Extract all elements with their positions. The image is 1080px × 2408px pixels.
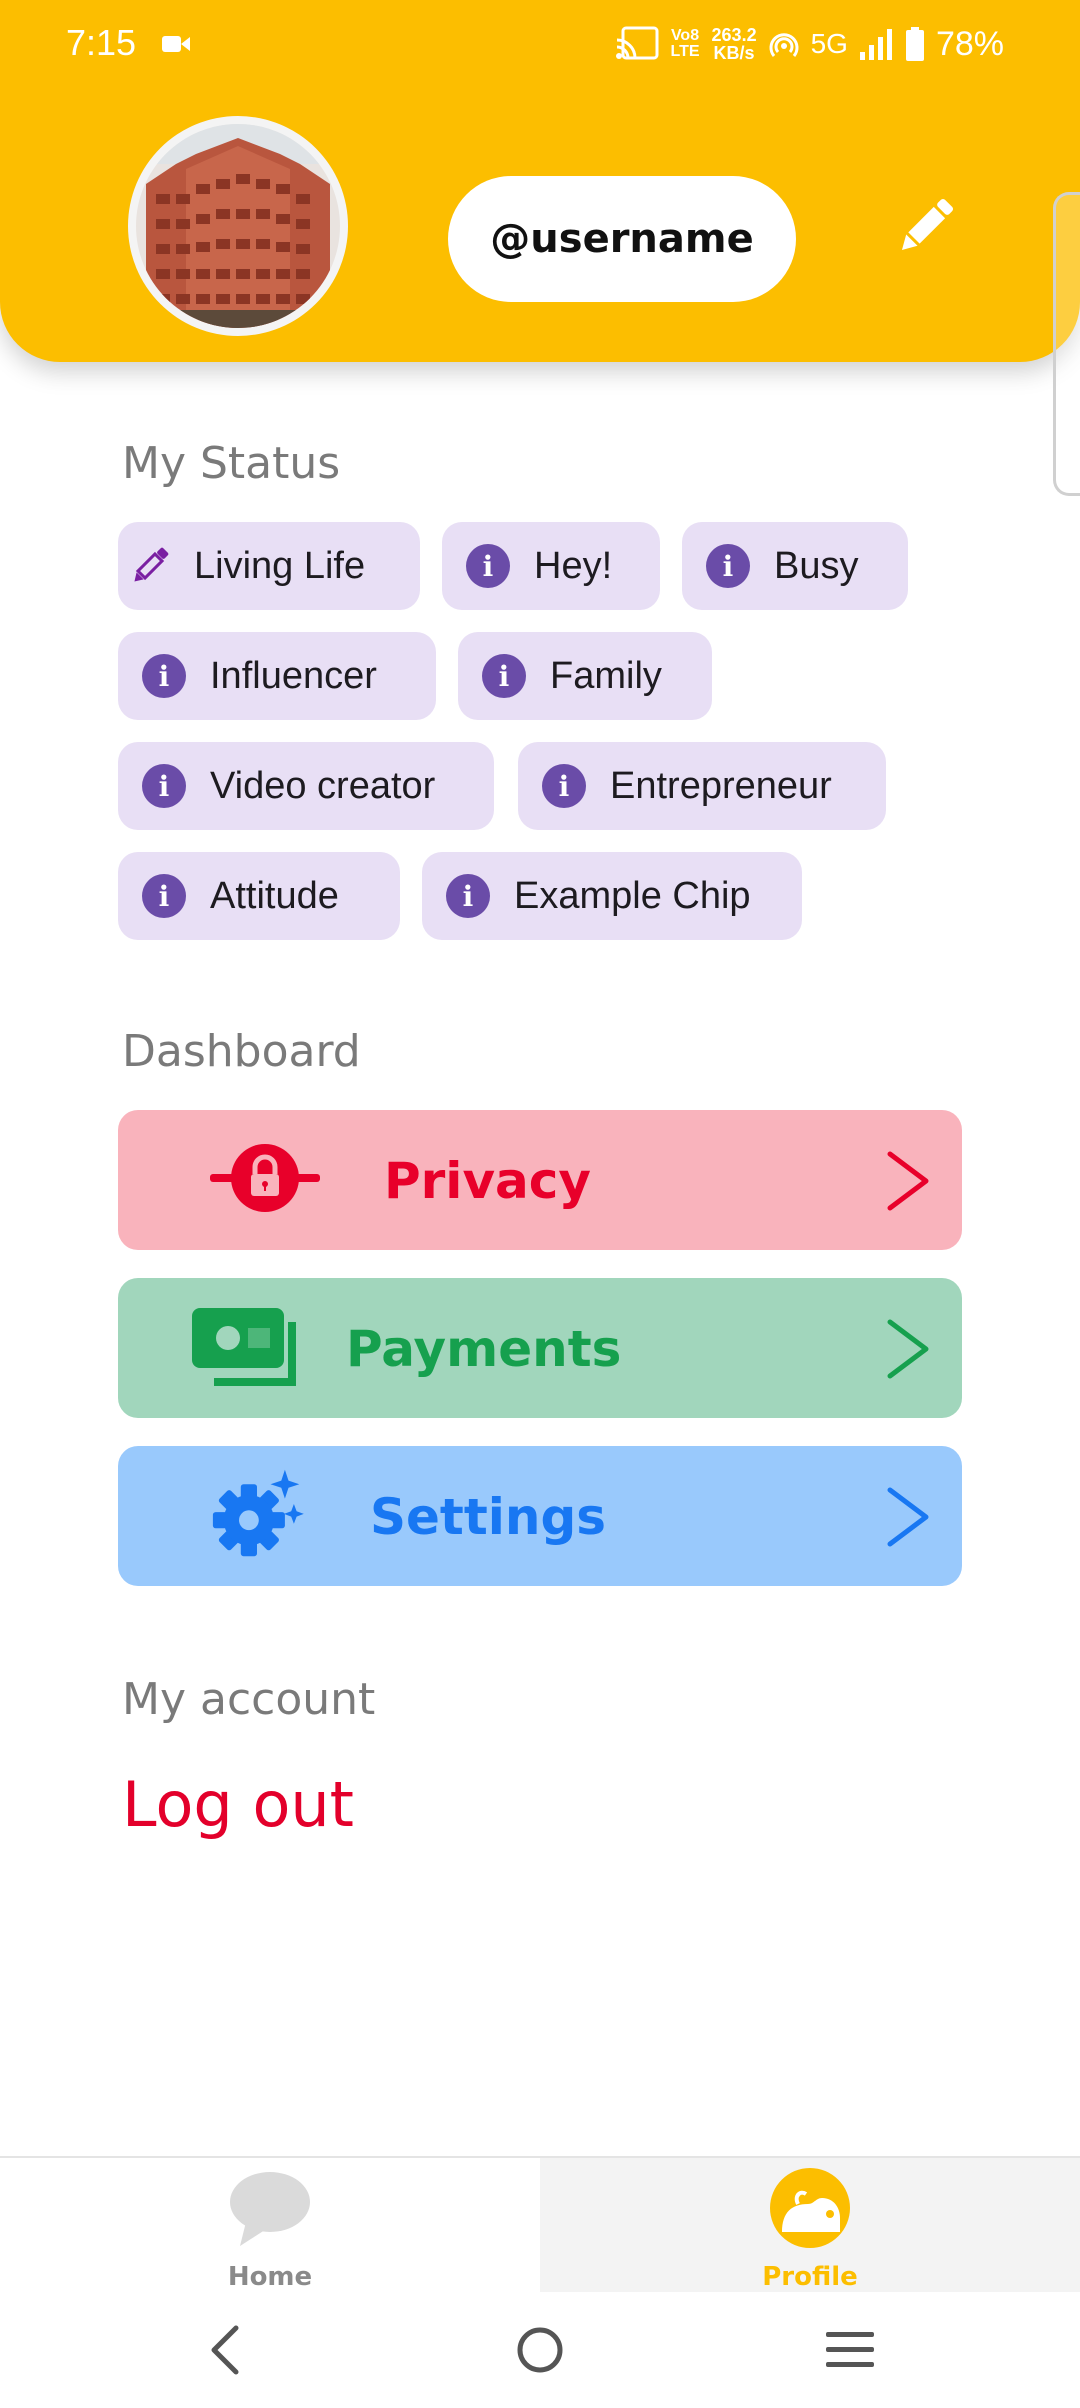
info-icon: i (142, 874, 186, 918)
avatar[interactable] (128, 116, 348, 336)
payments-button[interactable]: Payments (118, 1278, 962, 1418)
status-chip[interactable]: i Video creator (118, 742, 494, 830)
profile-header: 7:15 Vo8 LTE 263.2 KB/s 5G 78% @username (0, 0, 1080, 362)
back-icon[interactable] (206, 2324, 242, 2376)
profile-face-icon (770, 2168, 850, 2248)
status-icons: Vo8 LTE 263.2 KB/s 5G 78% (615, 22, 1004, 66)
scrollbar-thumb[interactable] (1053, 192, 1080, 496)
logout-button[interactable]: Log out (122, 1768, 354, 1841)
nav-home[interactable]: Home (0, 2158, 540, 2294)
info-icon: i (482, 654, 526, 698)
chevron-right-icon (887, 1151, 929, 1211)
settings-button[interactable]: Settings (118, 1446, 962, 1586)
pencil-icon[interactable] (890, 190, 962, 262)
info-icon: i (142, 654, 186, 698)
nav-profile[interactable]: Profile (540, 2158, 1080, 2294)
home-circle-icon[interactable] (516, 2326, 564, 2374)
status-chip[interactable]: i Example Chip (422, 852, 802, 940)
battery-percent: 78% (935, 24, 1004, 63)
lock-icon (210, 1144, 320, 1212)
status-section-title: My Status (122, 438, 341, 489)
cast-icon (615, 26, 658, 60)
pencil-icon (134, 547, 169, 582)
status-chip[interactable]: i Entrepreneur (518, 742, 886, 830)
info-icon: i (446, 874, 490, 918)
info-icon: i (542, 764, 586, 808)
network-speed: 263.2 KB/s (711, 25, 757, 63)
info-icon: i (466, 544, 510, 588)
signal-icon (859, 29, 892, 60)
network-type: 5G (810, 28, 848, 59)
chevron-right-icon (887, 1487, 929, 1547)
info-icon: i (142, 764, 186, 808)
chevron-right-icon (887, 1319, 929, 1379)
profile-screen: 7:15 Vo8 LTE 263.2 KB/s 5G 78% @username… (0, 0, 1080, 2408)
bottom-navigation: Home Profile (0, 2156, 1080, 2294)
volte-indicator: Vo8 LTE (670, 27, 700, 60)
dashboard-section-title: Dashboard (122, 1026, 361, 1077)
video-recording-icon (162, 36, 190, 52)
status-chip[interactable]: i Influencer (118, 632, 436, 720)
status-chip[interactable]: i Family (458, 632, 712, 720)
money-icon (192, 1308, 296, 1386)
profile-photo (136, 124, 340, 328)
battery-icon (905, 27, 924, 61)
status-time: 7:15 (66, 22, 137, 63)
username-display[interactable]: @username (448, 176, 796, 302)
status-chip[interactable]: i Attitude (118, 852, 400, 940)
status-chip[interactable]: i Hey! (442, 522, 660, 610)
system-navigation-bar (0, 2292, 1080, 2408)
menu-icon[interactable] (824, 2330, 876, 2370)
status-chip[interactable]: i Busy (682, 522, 908, 610)
status-chip[interactable]: Living Life (118, 522, 420, 610)
hotspot-icon (769, 33, 799, 57)
gear-sparkle-icon (212, 1469, 304, 1557)
status-bar: 7:15 Vo8 LTE 263.2 KB/s 5G 78% (0, 0, 1080, 90)
account-section-title: My account (122, 1674, 376, 1725)
privacy-button[interactable]: Privacy (118, 1110, 962, 1250)
info-icon: i (706, 544, 750, 588)
chat-bubble-icon (230, 2172, 310, 2246)
